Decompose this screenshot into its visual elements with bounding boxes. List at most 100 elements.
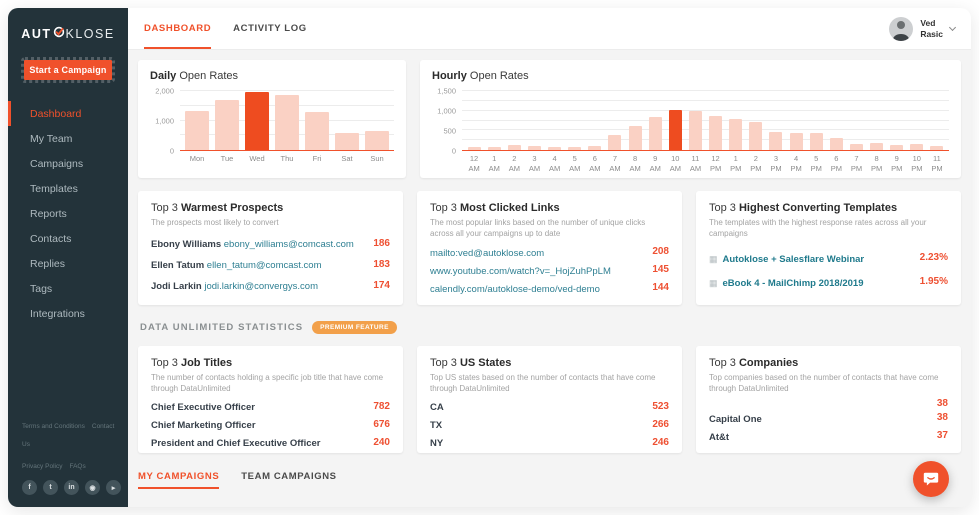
list-item: Chief Executive Officer 782: [151, 397, 390, 415]
bar-10-pm: [910, 144, 924, 150]
sidebar-item-tags[interactable]: Tags: [8, 276, 128, 301]
bar-12-am: [467, 147, 481, 150]
sidebar-item-templates[interactable]: Templates: [8, 176, 128, 201]
x-tick-label: 7 PM: [850, 154, 863, 173]
list-item-label: Ebony Williams ebony_williams@comcast.co…: [151, 234, 354, 252]
plot-area: [180, 90, 394, 151]
main-area: DASHBOARD ACTIVITY LOG Ved Rasic Daily Op…: [128, 8, 971, 507]
footer-link-faqs[interactable]: FAQs: [69, 463, 85, 470]
x-tick-label: 1 AM: [488, 154, 500, 173]
hourly-open-rates-chart: 0 500 1,000 1,500 12 AM 1 AM 2 AM 3 AM 4 AM 5 AM 6…: [432, 87, 949, 174]
bar-11-pm: [930, 146, 944, 150]
item-value: 186: [373, 237, 390, 249]
x-tick-label: 4 PM: [790, 154, 802, 173]
x-tick-label: Thu: [280, 154, 294, 163]
top-bar: DASHBOARD ACTIVITY LOG Ved Rasic: [128, 8, 971, 50]
x-tick-label: 5 PM: [810, 154, 822, 173]
list-item-label: Ellen Tatum ellen_tatum@comcast.com: [151, 255, 322, 273]
prospect-name: Ellen Tatum: [151, 260, 207, 272]
x-tick-label: 6 AM: [589, 154, 601, 173]
start-campaign-button[interactable]: Start a Campaign: [21, 57, 115, 83]
bar-10-am: [668, 109, 682, 150]
bar-4-am: [548, 147, 562, 150]
bar-3-pm: [769, 131, 783, 150]
facebook-icon[interactable]: f: [22, 480, 37, 495]
chevron-down-icon: [948, 23, 957, 31]
x-tick-label: 6 PM: [830, 154, 842, 173]
sidebar-footer-links: Terms and Conditions Contact Us Privacy Po…: [22, 415, 128, 473]
list-item: TX 266: [430, 415, 669, 433]
sidebar-item-replies[interactable]: Replies: [8, 251, 128, 276]
twitter-icon[interactable]: t: [43, 480, 58, 495]
x-tick-label: Mon: [189, 154, 205, 163]
sidebar-item-reports[interactable]: Reports: [8, 201, 128, 226]
gridline: [180, 90, 394, 91]
plot-column: 12 AM 1 AM 2 AM 3 AM 4 AM 5 AM 6 AM 7 AM 8 AM 9 A…: [462, 90, 949, 174]
clicked-link[interactable]: www.youtube.com/watch?v=_HojZuhPpLM: [430, 266, 611, 277]
instagram-icon[interactable]: ◉: [85, 480, 100, 495]
x-tick-label: 11 AM: [689, 154, 702, 173]
card-title: Top 3 Warmest Prospects: [151, 202, 284, 214]
tab-my-campaigns[interactable]: MY CAMPAIGNS: [138, 467, 220, 489]
footer-link-privacy-policy[interactable]: Privacy Policy: [22, 463, 62, 470]
list-item-label: Jodi Larkin jodi.larkin@convergys.com: [151, 276, 318, 294]
youtube-icon[interactable]: ▸: [106, 480, 121, 495]
sidebar-item-integrations[interactable]: Integrations: [8, 301, 128, 326]
list-item-label: President and Chief Executive Officer: [151, 433, 320, 451]
item-name: President and Chief Executive Officer: [151, 438, 321, 450]
footer-link-terms-and-conditions[interactable]: Terms and Conditions: [22, 423, 85, 430]
linkedin-icon[interactable]: in: [64, 480, 79, 495]
card-rows: mailto:ved@autoklose.com 208 www.youtube.c…: [430, 242, 669, 297]
item-value: 145: [652, 264, 669, 276]
item-value: 782: [373, 400, 390, 412]
prospect-email-link[interactable]: jodi.larkin@convergys.com: [204, 281, 318, 292]
bar-wed: [245, 92, 269, 150]
gridline: [462, 119, 949, 121]
chat-launcher-button[interactable]: [913, 461, 949, 497]
list-item-label: CA: [430, 397, 444, 415]
user-avatar: [889, 16, 914, 41]
sidebar-item-my-team[interactable]: My Team: [8, 126, 128, 151]
card-title: Top 3 Highest Converting Templates: [709, 202, 898, 214]
list-item: 38: [709, 398, 948, 409]
bar-9-am: [648, 117, 662, 150]
card-title: Top 3 US States: [430, 357, 512, 369]
tab-dashboard[interactable]: DASHBOARD: [144, 8, 212, 49]
item-value: 246: [652, 436, 669, 448]
sidebar: AUT KLOSE Start a Campaign Dashboard My Te…: [8, 8, 128, 507]
clicked-link[interactable]: calendly.com/autoklose-demo/ved-demo: [430, 284, 600, 295]
list-item-label: ▦ eBook 4 - MailChimp 2018/2019: [709, 273, 864, 291]
footer-links-line: Terms and Conditions Contact Us: [22, 415, 128, 451]
item-name: Chief Executive Officer: [151, 402, 256, 414]
data-unlimited-row: Top 3 Job Titles The number of contacts …: [138, 346, 961, 453]
x-tick-label: 12 PM: [709, 154, 722, 173]
card-warmest-prospects: Top 3 Warmest Prospects The prospects mo…: [138, 191, 403, 305]
list-item: ▦ eBook 4 - MailChimp 2018/2019 1.95%: [709, 273, 948, 291]
tab-activity-log[interactable]: ACTIVITY LOG: [233, 8, 307, 49]
user-menu[interactable]: Ved Rasic: [889, 16, 957, 41]
bar-9-pm: [890, 144, 904, 150]
tab-team-campaigns[interactable]: TEAM CAMPAIGNS: [241, 467, 336, 489]
clicked-link[interactable]: mailto:ved@autoklose.com: [430, 248, 544, 259]
x-axis: 12 AM 1 AM 2 AM 3 AM 4 AM 5 AM 6 AM 7 AM 8 AM 9 A…: [462, 154, 949, 174]
prospect-email-link[interactable]: ebony_williams@comcast.com: [224, 239, 354, 250]
x-tick-label: 9 PM: [891, 154, 903, 173]
sidebar-item-dashboard[interactable]: Dashboard: [8, 101, 128, 126]
item-name: At&t: [709, 431, 730, 443]
bar-4-pm: [789, 133, 803, 150]
bar-12-pm: [709, 115, 723, 150]
item-name: Capital One: [709, 413, 762, 425]
item-value: 37: [936, 430, 948, 442]
x-tick-label: 10 PM: [911, 154, 923, 173]
sidebar-item-contacts[interactable]: Contacts: [8, 226, 128, 251]
list-item: calendly.com/autoklose-demo/ved-demo 144: [430, 279, 669, 297]
item-value: 2.23%: [919, 252, 948, 264]
template-link[interactable]: eBook 4 - MailChimp 2018/2019: [723, 278, 864, 289]
card-rows: ▦ Autoklose + Salesflare Webinar 2.23% ▦ eBo…: [709, 242, 948, 297]
sidebar-item-campaigns[interactable]: Campaigns: [8, 151, 128, 176]
prospect-email-link[interactable]: ellen_tatum@comcast.com: [207, 260, 322, 271]
gridline: [462, 90, 949, 91]
card-title: Top 3 Job Titles: [151, 357, 233, 369]
template-link[interactable]: Autoklose + Salesflare Webinar: [723, 254, 865, 265]
